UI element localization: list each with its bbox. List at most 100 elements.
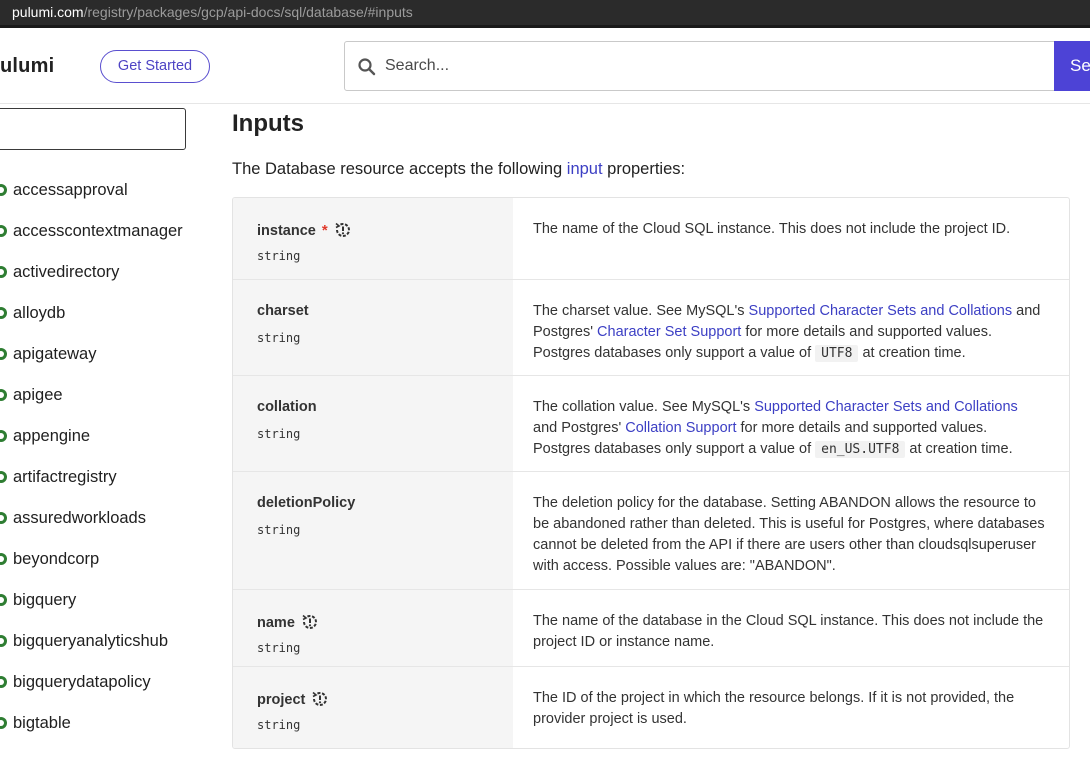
search-button[interactable]: Se <box>1054 41 1090 91</box>
property-name: deletionPolicy <box>257 495 356 511</box>
property-type: string <box>257 641 301 655</box>
desc-text: The charset value. See MySQL's <box>533 303 749 319</box>
package-icon <box>0 471 7 483</box>
search-input[interactable] <box>385 42 1045 90</box>
property-description: The charset value. See MySQL's Supported… <box>533 301 1045 364</box>
sidebar-item-label: bigtable <box>13 714 71 732</box>
property-row-collation: collation string The collation value. Se… <box>233 376 1069 472</box>
sidebar-item-artifactregistry[interactable]: artifactregistry <box>0 457 200 498</box>
package-icon <box>0 266 7 278</box>
sidebar-item-label: alloydb <box>13 304 66 322</box>
sidebar-item-label: appengine <box>13 427 91 445</box>
package-icon <box>0 594 7 606</box>
replace-on-changes-icon <box>312 691 328 706</box>
url-path: /registry/packages/gcp/api-docs/sql/data… <box>83 4 413 20</box>
property-cell <box>233 376 513 471</box>
sidebar-item-label: bigquery <box>13 591 77 609</box>
property-name: instance * <box>257 221 352 239</box>
replace-on-changes-icon <box>302 614 317 629</box>
property-name: name <box>257 613 319 631</box>
property-description: The name of the Cloud SQL instance. This… <box>533 221 1011 237</box>
sidebar-item-activedirectory[interactable]: activedirectory <box>0 252 200 293</box>
package-icon <box>0 184 7 196</box>
sidebar-filter-input[interactable] <box>0 108 186 150</box>
sidebar-item-bigquerydatapolicy[interactable]: bigquerydatapolicy <box>0 662 200 703</box>
property-description: The collation value. See MySQL's Support… <box>533 397 1045 460</box>
property-row-charset: charset string The charset value. See My… <box>233 280 1069 376</box>
search-box[interactable] <box>344 41 1056 91</box>
properties-table: instance * string The name of the Cloud S… <box>232 197 1070 749</box>
sidebar-item-apigateway[interactable]: apigateway <box>0 334 200 375</box>
pulumi-logo[interactable]: ulumi <box>0 55 54 78</box>
sidebar-item-label: apigateway <box>13 345 97 363</box>
mysql-collations-link[interactable]: Supported Character Sets and Collations <box>754 399 1018 415</box>
package-icon <box>0 225 7 237</box>
sidebar-item-bigtable[interactable]: bigtable <box>0 703 200 744</box>
sidebar-item-label: assuredworkloads <box>13 509 146 527</box>
intro-before: The Database resource accepts the follow… <box>232 160 567 178</box>
site-header: ulumi Get Started Se <box>0 28 1090 104</box>
package-icon <box>0 307 7 319</box>
property-description: The deletion policy for the database. Se… <box>533 495 1045 574</box>
intro-after: properties: <box>602 160 686 178</box>
package-icon <box>0 635 7 647</box>
sidebar-item-bigquery[interactable]: bigquery <box>0 580 200 621</box>
input-link[interactable]: input <box>567 160 603 178</box>
sidebar-item-apigee[interactable]: apigee <box>0 375 200 416</box>
postgres-charset-link[interactable]: Character Set Support <box>597 324 741 340</box>
sidebar-item-accesscontextmanager[interactable]: accesscontextmanager <box>0 211 200 252</box>
postgres-collation-link[interactable]: Collation Support <box>625 420 736 436</box>
url-host: pulumi.com <box>12 4 84 20</box>
property-name: collation <box>257 399 317 415</box>
desc-text: at creation time. <box>905 441 1013 457</box>
get-started-button[interactable]: Get Started <box>100 50 210 83</box>
desc-text: The collation value. See MySQL's <box>533 399 755 415</box>
property-name-text: instance <box>257 223 316 239</box>
property-type: string <box>257 331 301 345</box>
required-icon: * <box>321 222 328 239</box>
property-row-deletion-policy: deletionPolicy string The deletion polic… <box>233 472 1069 590</box>
sidebar-item-beyondcorp[interactable]: beyondcorp <box>0 539 200 580</box>
sidebar-item-label: beyondcorp <box>13 550 100 568</box>
sidebar-item-alloydb[interactable]: alloydb <box>0 293 200 334</box>
sidebar-item-label: accesscontextmanager <box>13 222 183 240</box>
package-icon <box>0 676 7 688</box>
package-icon <box>0 512 7 524</box>
sidebar-item-bigqueryanalyticshub[interactable]: bigqueryanalyticshub <box>0 621 200 662</box>
sidebar-item-accessapproval[interactable]: accessapproval <box>0 170 200 211</box>
package-icon <box>0 348 7 360</box>
property-type: string <box>257 718 301 732</box>
sidebar-item-label: apigee <box>13 386 63 404</box>
address-bar[interactable]: pulumi.com/registry/packages/gcp/api-doc… <box>0 0 1090 25</box>
replace-on-changes-icon <box>335 222 350 237</box>
page-title: Inputs <box>232 110 304 137</box>
package-icon <box>0 717 7 729</box>
property-cell <box>233 280 513 375</box>
property-description: The ID of the project in which the resou… <box>533 690 1015 727</box>
property-description: The name of the database in the Cloud SQ… <box>533 613 1044 650</box>
code-value: UTF8 <box>815 345 859 362</box>
sidebar-item-assuredworkloads[interactable]: assuredworkloads <box>0 498 200 539</box>
property-row-project: project string The ID of the project in … <box>233 667 1069 748</box>
property-name: charset <box>257 303 309 319</box>
desc-text: at creation time. <box>858 345 966 361</box>
sidebar-item-label: accessapproval <box>13 181 128 199</box>
property-name: project <box>257 690 329 708</box>
sidebar-item-label: activedirectory <box>13 263 120 281</box>
package-icon <box>0 430 7 442</box>
package-list: accessapproval accesscontextmanager acti… <box>0 170 200 744</box>
property-row-instance: instance * string The name of the Cloud S… <box>233 198 1069 280</box>
sidebar-item-label: artifactregistry <box>13 468 117 486</box>
code-value: en_US.UTF8 <box>815 441 906 458</box>
property-row-name: name string The name of the database in … <box>233 590 1069 667</box>
property-type: string <box>257 427 301 441</box>
mysql-charsets-link[interactable]: Supported Character Sets and Collations <box>749 303 1013 319</box>
intro-text: The Database resource accepts the follow… <box>232 160 685 179</box>
sidebar-item-appengine[interactable]: appengine <box>0 416 200 457</box>
sidebar-item-label: bigqueryanalyticshub <box>13 632 169 650</box>
property-name-text: project <box>257 692 306 708</box>
search-icon <box>358 58 376 76</box>
property-cell <box>233 667 513 748</box>
property-name-text: name <box>257 615 295 631</box>
package-icon <box>0 553 7 565</box>
